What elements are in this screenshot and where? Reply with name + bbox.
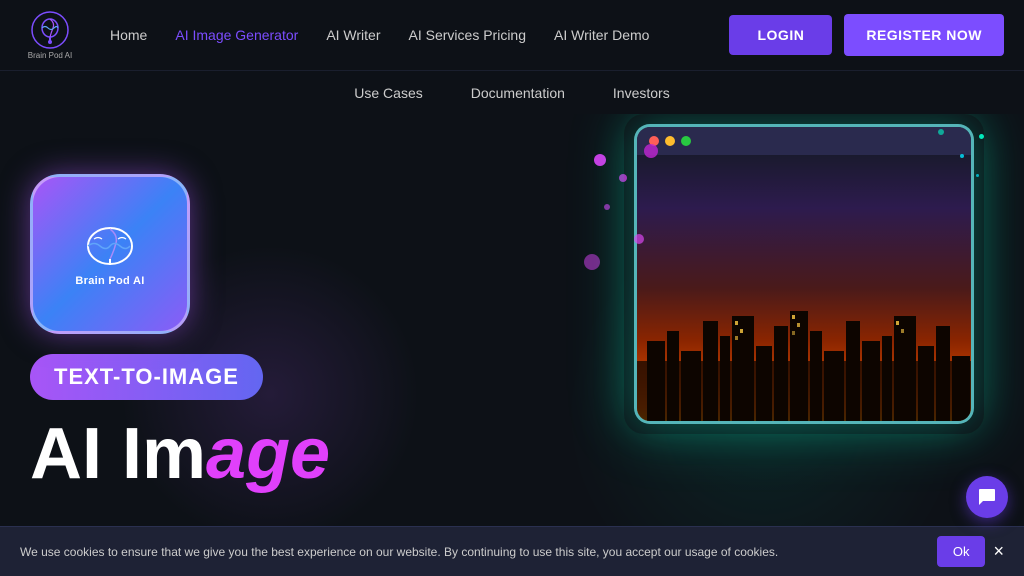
header-buttons: LOGIN REGISTER NOW (729, 14, 1004, 56)
chat-icon (977, 487, 997, 507)
register-button[interactable]: REGISTER NOW (844, 14, 1004, 56)
hero-logo-circle: Brain Pod AI (30, 174, 190, 334)
phone-screen-content (637, 155, 971, 421)
logo-text: Brain Pod AI (28, 51, 72, 60)
hero-left-content: Brain Pod AI TEXT-TO-IMAGE AI Image (30, 174, 430, 490)
nav-home[interactable]: Home (110, 27, 147, 43)
hero-title-pink: age (206, 414, 330, 494)
nav-ai-writer-demo[interactable]: AI Writer Demo (554, 27, 649, 43)
phone-mockup (634, 124, 974, 424)
hero-right-content (634, 124, 994, 464)
cookie-close-button[interactable]: × (993, 541, 1004, 562)
nav-documentation[interactable]: Documentation (471, 85, 565, 101)
hero-title-white: AI Im (30, 414, 206, 494)
nav-ai-image-generator[interactable]: AI Image Generator (175, 27, 298, 43)
brand-logo-icon (31, 11, 69, 49)
header: Brain Pod AI Home AI Image Generator AI … (0, 0, 1024, 70)
brain-icon (80, 221, 140, 271)
hero-logo-container: Brain Pod AI (30, 174, 190, 334)
nav-investors[interactable]: Investors (613, 85, 670, 101)
phone-top-bar (637, 127, 971, 155)
secondary-navigation: Use Cases Documentation Investors (0, 70, 1024, 114)
text-to-image-badge: TEXT-TO-IMAGE (30, 354, 263, 400)
cookie-banner: We use cookies to ensure that we give yo… (0, 526, 1024, 576)
chat-widget-button[interactable] (966, 476, 1008, 518)
dot-green (681, 136, 691, 146)
logo[interactable]: Brain Pod AI (20, 11, 80, 60)
hero-logo-label: Brain Pod AI (75, 275, 144, 287)
nav-ai-writer[interactable]: AI Writer (326, 27, 380, 43)
login-button[interactable]: LOGIN (729, 15, 832, 55)
main-navigation: Home AI Image Generator AI Writer AI Ser… (110, 27, 729, 43)
hero-title: AI Image (30, 418, 430, 490)
cookie-text: We use cookies to ensure that we give yo… (20, 545, 925, 559)
dot-yellow (665, 136, 675, 146)
hero-section: Brain Pod AI TEXT-TO-IMAGE AI Image (0, 114, 1024, 526)
cookie-ok-button[interactable]: Ok (937, 536, 986, 567)
nav-use-cases[interactable]: Use Cases (354, 85, 422, 101)
city-skyline-svg (637, 301, 971, 421)
nav-ai-services-pricing[interactable]: AI Services Pricing (409, 27, 526, 43)
